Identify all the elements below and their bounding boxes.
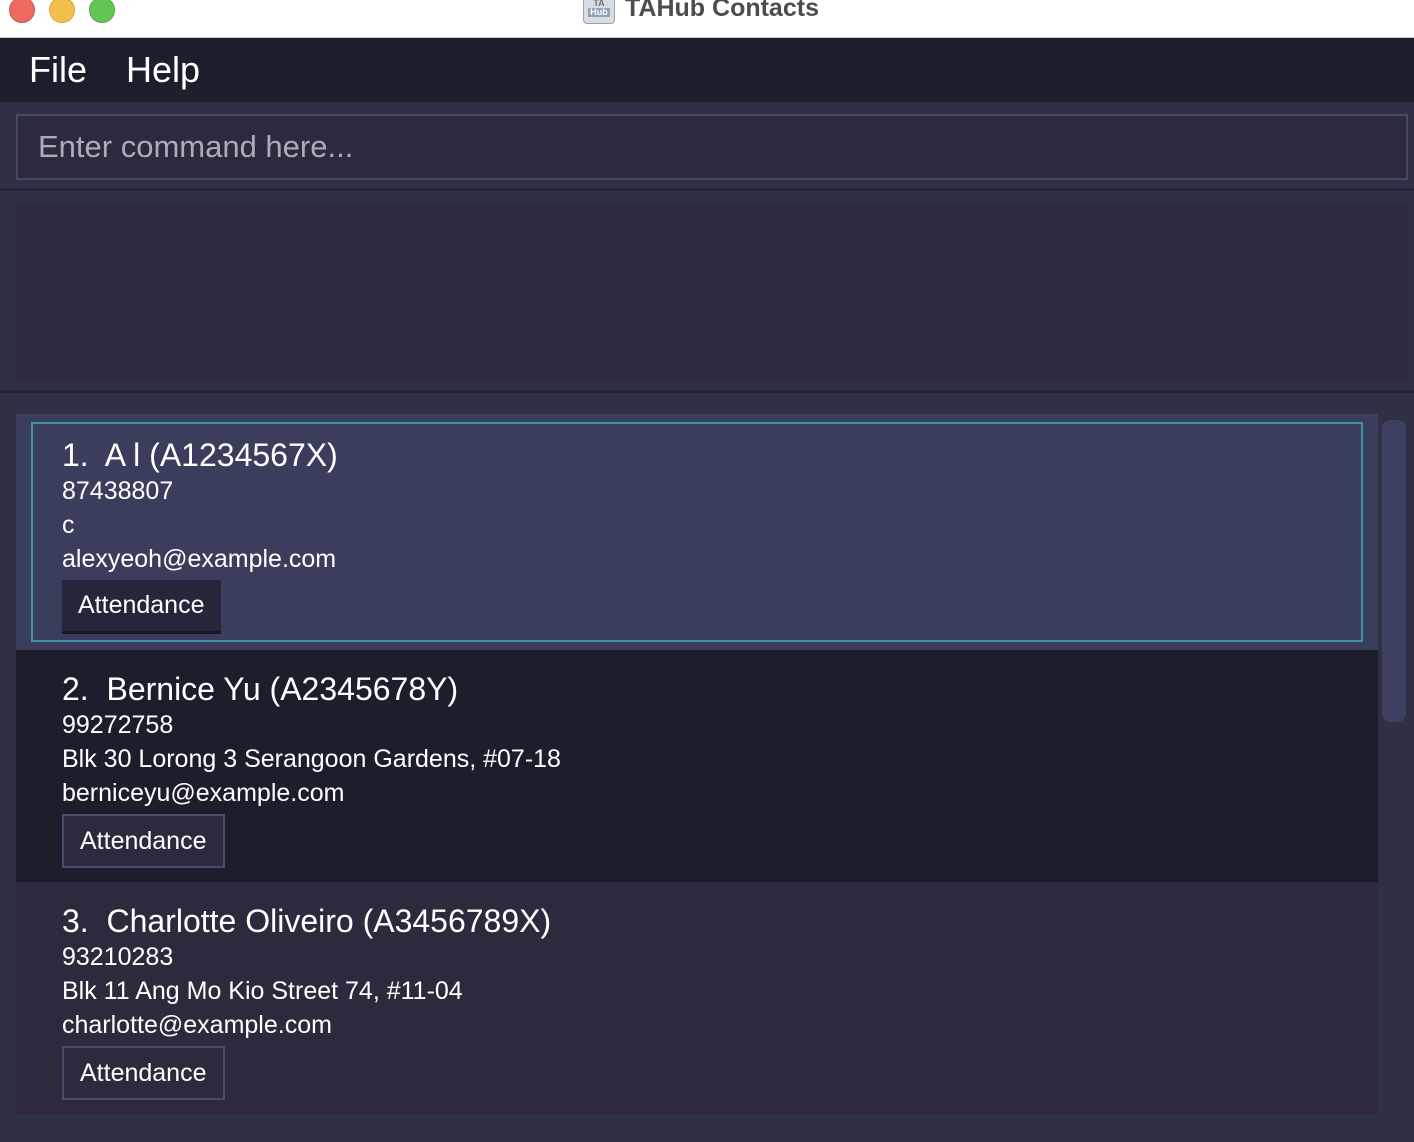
- person-card-body: 2. Bernice Yu (A2345678Y) 99272758 Blk 3…: [62, 670, 561, 868]
- window-title-bar: TA Hub TAHub Contacts: [0, 0, 1414, 38]
- command-box-section: [0, 102, 1414, 190]
- app-logo-icon: TA Hub: [583, 0, 615, 24]
- attendance-button[interactable]: Attendance: [62, 814, 225, 868]
- person-address: Blk 11 Ang Mo Kio Street 74, #11-04: [62, 977, 463, 1005]
- person-header: 3. Charlotte Oliveiro (A3456789X): [62, 902, 551, 940]
- person-index: 3.: [62, 903, 89, 939]
- person-phone: 87438807: [62, 477, 174, 505]
- person-email: charlotte@example.com: [62, 1011, 332, 1039]
- person-email: berniceyu@example.com: [62, 779, 345, 807]
- person-phone: 93210283: [62, 943, 174, 971]
- person-index: 2.: [62, 671, 89, 707]
- divider: [0, 390, 1414, 393]
- person-card-body: 3. Charlotte Oliveiro (A3456789X) 932102…: [62, 902, 551, 1100]
- person-index: 1.: [62, 437, 89, 473]
- window-title-group: TA Hub TAHub Contacts: [583, 0, 819, 24]
- person-name: Bernice Yu: [106, 671, 261, 707]
- result-display: [16, 203, 1408, 379]
- command-input[interactable]: [16, 114, 1408, 180]
- close-window-button[interactable]: [9, 0, 35, 23]
- person-header: 1. A l (A1234567X): [62, 436, 338, 474]
- person-matric: (A1234567X): [149, 437, 338, 473]
- person-name: A l: [104, 437, 141, 473]
- person-phone: 99272758: [62, 711, 174, 739]
- person-address: Blk 30 Lorong 3 Serangoon Gardens, #07-1…: [62, 745, 561, 773]
- app-logo-text-mid: Hub: [588, 7, 610, 17]
- window-title: TAHub Contacts: [625, 0, 819, 22]
- list-scrollbar-thumb[interactable]: [1382, 420, 1406, 722]
- list-scrollbar-track[interactable]: [1378, 414, 1414, 1114]
- person-card[interactable]: 1. A l (A1234567X) 87438807 c alexyeoh@e…: [16, 414, 1378, 650]
- menu-help[interactable]: Help: [126, 49, 200, 91]
- minimize-window-button[interactable]: [49, 0, 75, 23]
- menu-bar: File Help: [0, 38, 1414, 102]
- menu-file[interactable]: File: [29, 49, 87, 91]
- attendance-button[interactable]: Attendance: [62, 580, 221, 634]
- divider: [0, 188, 1414, 191]
- person-address: c: [62, 511, 75, 539]
- person-matric: (A3456789X): [362, 903, 552, 939]
- person-matric: (A2345678Y): [269, 671, 459, 707]
- person-card[interactable]: 3. Charlotte Oliveiro (A3456789X) 932102…: [16, 882, 1378, 1114]
- person-email: alexyeoh@example.com: [62, 545, 337, 573]
- person-name: Charlotte Oliveiro: [106, 903, 354, 939]
- person-header: 2. Bernice Yu (A2345678Y): [62, 670, 561, 708]
- person-list[interactable]: 1. A l (A1234567X) 87438807 c alexyeoh@e…: [16, 414, 1378, 1114]
- attendance-button[interactable]: Attendance: [62, 1046, 225, 1100]
- bottom-padding: [0, 1114, 1414, 1142]
- maximize-window-button[interactable]: [89, 0, 115, 23]
- person-card-body: 1. A l (A1234567X) 87438807 c alexyeoh@e…: [62, 436, 338, 634]
- person-card[interactable]: 2. Bernice Yu (A2345678Y) 99272758 Blk 3…: [16, 650, 1378, 882]
